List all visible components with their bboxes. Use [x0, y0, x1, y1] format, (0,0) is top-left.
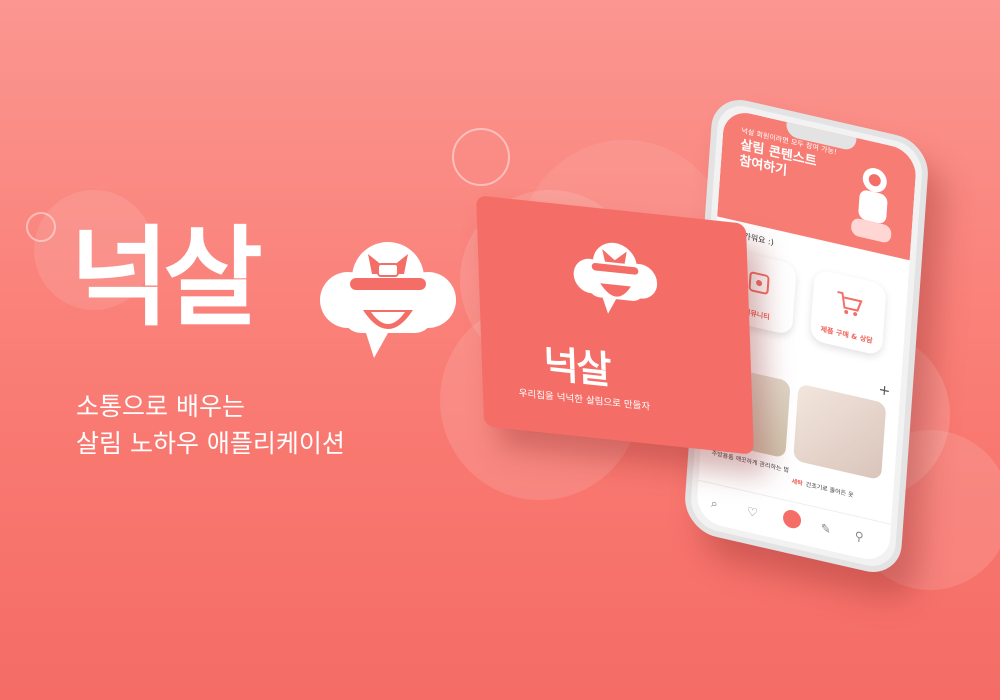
- post-caption-laundry[interactable]: 세탁 건조기로 줄어든 옷: [791, 476, 854, 499]
- user-icon[interactable]: ⚲: [854, 529, 864, 545]
- mascot-logo-icon: [320, 242, 456, 358]
- home-logo-icon[interactable]: [782, 508, 802, 531]
- community-icon: [748, 271, 770, 295]
- tagline-line2: 살림 노하우 애플리케이션: [76, 429, 345, 458]
- search-icon[interactable]: ⌕: [711, 496, 719, 512]
- post-photo-laundry[interactable]: [793, 383, 887, 481]
- bottom-tab-bar: ⌕ ♡ ✎ ⚲: [695, 479, 892, 565]
- shop-consult-tile-label: 제품 구매 & 상담: [820, 325, 873, 346]
- mascot-character-icon: [851, 168, 892, 243]
- card-title: 넉살: [542, 341, 611, 393]
- post-tag: 세탁: [791, 478, 803, 488]
- heart-icon[interactable]: ♡: [747, 504, 759, 520]
- bg-ring: [452, 128, 510, 186]
- cart-icon: [837, 290, 863, 317]
- card-mascot-icon: [573, 242, 658, 314]
- shop-consult-tile[interactable]: 제품 구매 & 상담: [809, 268, 887, 357]
- post-title: 건조기로 줄어든 옷: [805, 481, 854, 500]
- add-icon[interactable]: +: [878, 382, 891, 400]
- app-icon-card: 넉살 우리집을 넉넉한 살림으로 만들자: [476, 195, 754, 455]
- pencil-icon[interactable]: ✎: [820, 521, 831, 537]
- brand-title: 넉살: [70, 216, 263, 341]
- tagline-line1: 소통으로 배우는: [76, 392, 245, 421]
